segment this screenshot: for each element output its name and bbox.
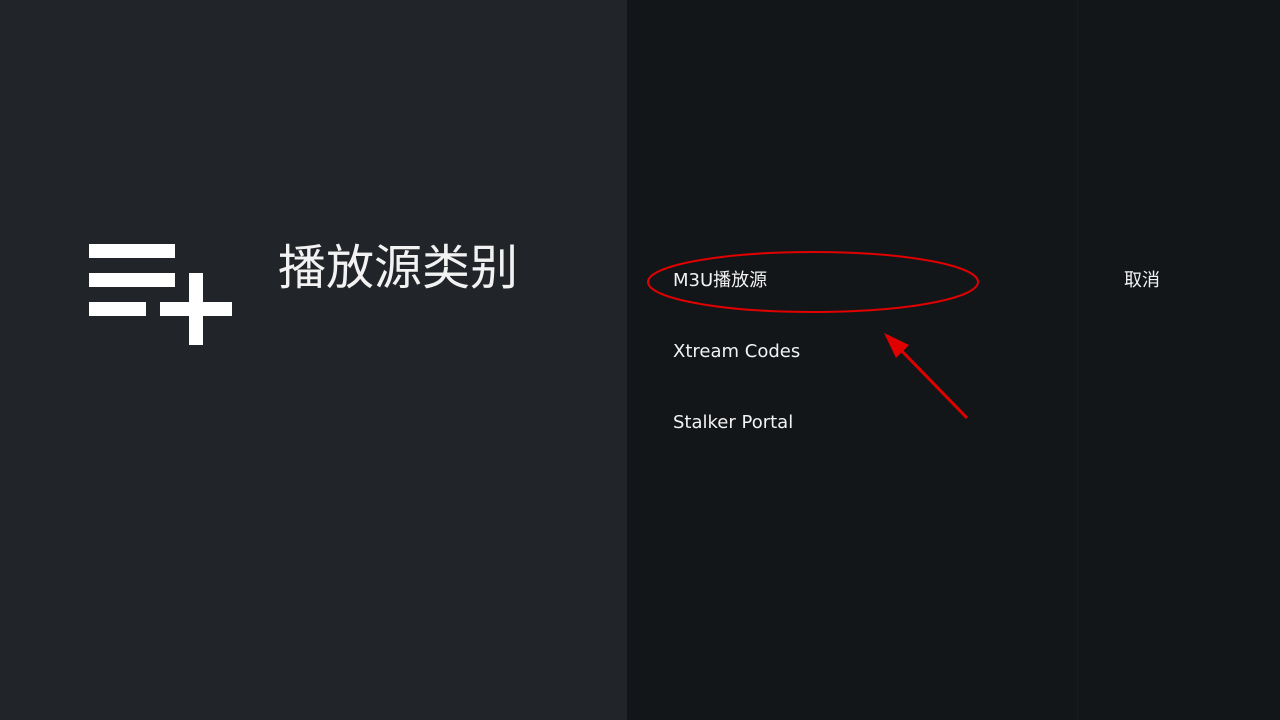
actions-panel: 取消: [1077, 0, 1280, 720]
option-stalker-portal[interactable]: Stalker Portal: [673, 405, 793, 441]
cancel-button[interactable]: 取消: [1124, 263, 1160, 299]
playlist-add-icon: [89, 244, 232, 345]
guidance-panel: 播放源类别: [0, 0, 627, 720]
source-type-list: M3U播放源 Xtream Codes Stalker Portal: [627, 0, 1077, 720]
dialog-screen: 播放源类别 M3U播放源 Xtream Codes Stalker Portal…: [0, 0, 1280, 720]
option-m3u-playlist[interactable]: M3U播放源: [673, 263, 767, 299]
page-title: 播放源类别: [278, 240, 519, 296]
option-xtream-codes[interactable]: Xtream Codes: [673, 334, 800, 370]
